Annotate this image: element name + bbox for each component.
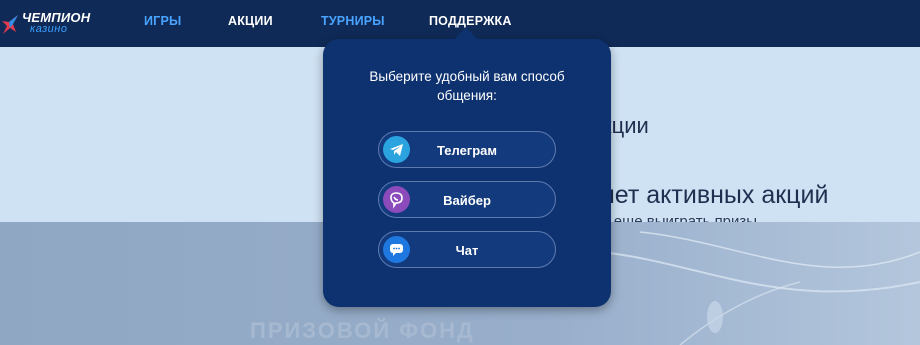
telegram-label: Телеграм [436, 143, 498, 158]
viber-label: Вайбер [443, 193, 491, 208]
support-popup: Выберите удобный вам способ общения: Тел… [323, 27, 611, 307]
logo-subtitle: казино [30, 23, 68, 35]
no-active-promotions-text: нет активных акций [601, 181, 829, 209]
casino-logo[interactable]: ЧЕМПИОН казино [0, 7, 110, 39]
popup-title: Выберите удобный вам способ общения: [369, 69, 565, 103]
prize-fund-title: ПРИЗОВОЙ ФОНД [250, 318, 475, 343]
chat-button[interactable]: Чат [378, 231, 556, 268]
nav-promotions[interactable]: АКЦИИ [228, 14, 273, 28]
nav-support[interactable]: ПОДДЕРЖКА [429, 14, 512, 28]
telegram-button[interactable]: Телеграм [378, 131, 556, 168]
nav-games[interactable]: ИГРЫ [144, 14, 181, 28]
nav-tournaments[interactable]: ТУРНИРЫ [321, 14, 385, 28]
star-logo-icon [2, 15, 18, 34]
chat-label: Чат [455, 243, 479, 258]
viber-button[interactable]: Вайбер [378, 181, 556, 218]
